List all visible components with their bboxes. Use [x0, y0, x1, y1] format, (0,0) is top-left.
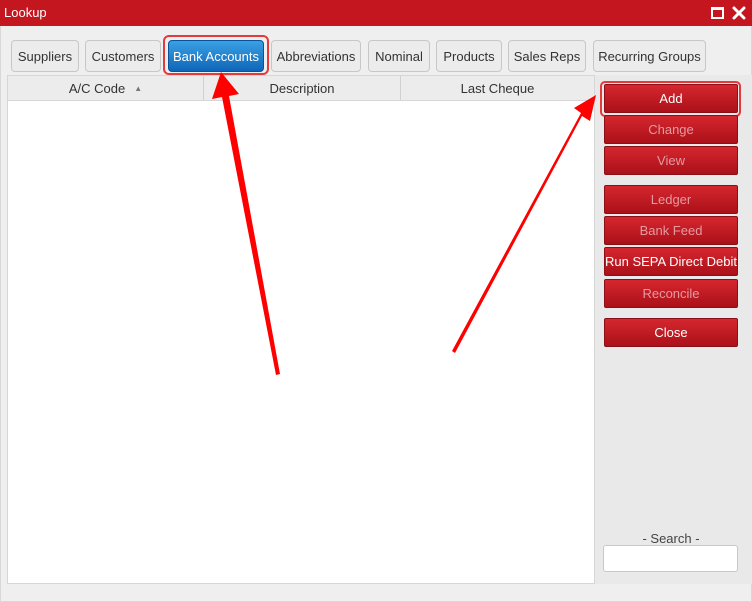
grid-header: A/C Code ▲ Description Last Cheque — [8, 76, 594, 101]
close-button[interactable]: Close — [604, 318, 738, 347]
close-icon[interactable] — [730, 4, 747, 21]
tab-recurring-groups[interactable]: Recurring Groups — [593, 40, 706, 72]
column-header-ac-code[interactable]: A/C Code ▲ — [8, 76, 204, 100]
tab-customers[interactable]: Customers — [85, 40, 161, 72]
bank-feed-button[interactable]: Bank Feed — [604, 216, 738, 245]
window-title: Lookup — [4, 5, 47, 20]
tab-suppliers[interactable]: Suppliers — [11, 40, 79, 72]
tab-products[interactable]: Products — [436, 40, 502, 72]
lookup-grid[interactable]: A/C Code ▲ Description Last Cheque — [7, 75, 595, 584]
search-input[interactable] — [603, 545, 738, 572]
column-header-description[interactable]: Description — [204, 76, 401, 100]
column-header-last-cheque[interactable]: Last Cheque — [401, 76, 594, 100]
column-label: Description — [269, 80, 335, 96]
column-label: A/C Code — [68, 80, 126, 96]
title-bar: Lookup — [0, 0, 752, 26]
tab-highlight-annotation — [163, 35, 269, 75]
run-sepa-direct-debit-button[interactable]: Run SEPA Direct Debit — [604, 247, 738, 276]
sort-ascending-icon: ▲ — [134, 83, 143, 93]
tab-abbreviations[interactable]: Abbreviations — [271, 40, 361, 72]
column-label: Last Cheque — [460, 80, 535, 96]
change-button[interactable]: Change — [604, 115, 738, 144]
tab-sales-reps[interactable]: Sales Reps — [508, 40, 586, 72]
add-highlight-annotation — [600, 81, 741, 117]
view-button[interactable]: View — [604, 146, 738, 175]
reconcile-button[interactable]: Reconcile — [604, 279, 738, 308]
ledger-button[interactable]: Ledger — [604, 185, 738, 214]
tab-nominal[interactable]: Nominal — [368, 40, 430, 72]
search-label: - Search - — [642, 531, 700, 546]
maximize-icon[interactable] — [709, 4, 726, 21]
